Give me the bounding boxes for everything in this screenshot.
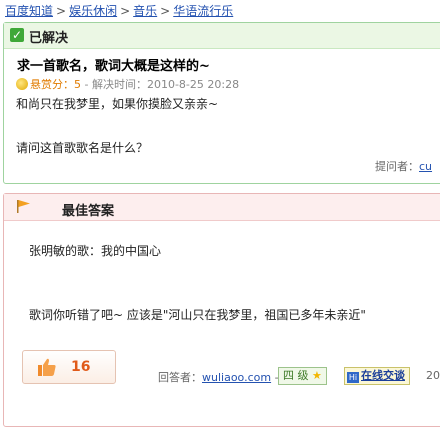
- chat-icon: Hi: [347, 372, 359, 383]
- best-answer-header: 最佳答案: [4, 194, 440, 221]
- star-icon: ★: [312, 369, 322, 382]
- answer-line: 张明敏的歌：我的中国心: [29, 244, 162, 258]
- user-level: 四 级: [283, 369, 309, 382]
- answer-date: 20: [426, 369, 440, 382]
- like-count: 16: [71, 359, 91, 375]
- breadcrumb-music[interactable]: 音乐: [133, 4, 157, 18]
- question-body-line: 请问这首歌歌名是什么？: [16, 141, 149, 155]
- user-level-badge: 四 级 ★: [278, 367, 327, 385]
- breadcrumb-separator: >: [56, 4, 67, 18]
- question-body-line: 和尚只在我梦里，如果你摸脸又亲亲~: [16, 97, 219, 111]
- answerer-info: 回答者：wuliaoo.com -: [158, 369, 279, 385]
- question-status: 已解决: [29, 31, 69, 46]
- breadcrumb-separator: >: [120, 4, 131, 18]
- breadcrumb-entertainment[interactable]: 娱乐休闲: [69, 4, 117, 18]
- asker-label: 提问者：: [375, 160, 419, 173]
- asker-link[interactable]: cu: [419, 160, 432, 173]
- thumbs-up-icon: [38, 358, 56, 376]
- reward-points: 悬赏分：5: [30, 78, 81, 91]
- online-chat-link[interactable]: 在线交谈: [361, 369, 405, 382]
- breadcrumb-baidu-zhidao[interactable]: 百度知道: [5, 4, 53, 18]
- breadcrumb-chinese-pop[interactable]: 华语流行乐: [173, 4, 233, 18]
- answerer-label: 回答者：: [158, 371, 202, 384]
- answer-line: 歌词你听错了吧~ 应该是"河山只在我梦里，祖国已多年未亲近": [29, 308, 366, 322]
- like-button[interactable]: 16: [22, 350, 116, 384]
- check-icon: ✓: [10, 28, 24, 42]
- question-header: ✓ 已解决: [4, 23, 440, 49]
- flag-icon: [17, 200, 30, 213]
- breadcrumb: 百度知道 > 娱乐休闲 > 音乐 > 华语流行乐: [5, 2, 233, 19]
- best-answer-title: 最佳答案: [62, 204, 115, 219]
- question-meta: 悬赏分：5 - 解决时间：2010-8-25 20:28: [16, 76, 239, 92]
- question-title: 求一首歌名，歌词大概是这样的~: [17, 59, 210, 74]
- best-answer-panel: 最佳答案 张明敏的歌：我的中国心 歌词你听错了吧~ 应该是"河山只在我梦里，祖国…: [3, 193, 440, 427]
- coin-icon: [16, 78, 28, 90]
- answerer-link[interactable]: wuliaoo.com: [202, 371, 271, 384]
- solved-time: - 解决时间：2010-8-25 20:28: [81, 78, 240, 91]
- breadcrumb-separator: >: [160, 4, 171, 18]
- asker-info: 提问者：cu: [375, 158, 432, 174]
- online-chat-button[interactable]: Hi 在线交谈: [344, 367, 410, 385]
